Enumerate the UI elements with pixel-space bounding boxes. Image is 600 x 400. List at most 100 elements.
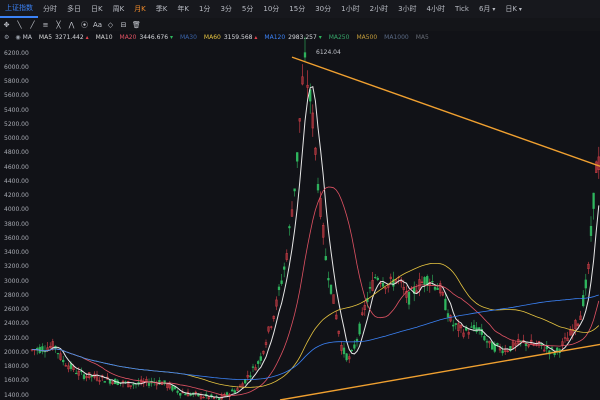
y-tick-label: 5000.00 bbox=[4, 135, 29, 143]
tab-3h[interactable]: 3小时 bbox=[393, 0, 421, 18]
candle bbox=[368, 287, 372, 289]
y-tick-label: 2200.00 bbox=[4, 334, 29, 342]
candle bbox=[582, 295, 585, 307]
trend-line[interactable] bbox=[279, 343, 600, 400]
measure-tool-icon[interactable]: ⊟ bbox=[117, 21, 130, 29]
candle bbox=[446, 313, 450, 318]
candle bbox=[62, 359, 65, 363]
candle bbox=[288, 226, 291, 229]
tab-10min[interactable]: 10分 bbox=[258, 0, 284, 18]
candle bbox=[374, 277, 377, 279]
candle bbox=[436, 287, 439, 290]
candle bbox=[350, 349, 353, 352]
candle bbox=[589, 225, 593, 236]
candle bbox=[342, 347, 346, 355]
tab-6month[interactable]: 6月 bbox=[474, 0, 500, 18]
tab-index[interactable]: 上证指数 bbox=[0, 0, 38, 18]
crosshair-tool-icon[interactable]: ✥ bbox=[0, 21, 13, 29]
shape-tool-icon[interactable]: ◇ bbox=[104, 21, 117, 29]
drawing-toolbar: ✥ ╲ ╱ ≡ ╳ ⋀ ⦿ Aa ◇ ⊟ 🗑 bbox=[0, 18, 600, 31]
candle bbox=[171, 385, 174, 391]
candle bbox=[257, 361, 260, 364]
tab-daily-k[interactable]: 日K bbox=[86, 0, 108, 18]
tab-4h[interactable]: 4小时 bbox=[422, 0, 450, 18]
tab-1min[interactable]: 1分 bbox=[194, 0, 215, 18]
y-tick-label: 4800.00 bbox=[4, 149, 29, 157]
y-tick-label: 3800.00 bbox=[4, 220, 29, 228]
y-tick-label: 1600.00 bbox=[4, 377, 29, 385]
ma-line bbox=[32, 263, 600, 388]
kline-chart[interactable]: ⚙ ◉ MA MA5 3271.442 ▴ MA10 MA20 3446.676 ▾ MA… bbox=[0, 31, 600, 400]
candle bbox=[280, 280, 283, 284]
tab-multiday[interactable]: 多日 bbox=[62, 0, 86, 18]
trash-icon[interactable]: 🗑 bbox=[130, 21, 143, 29]
tab-weekly-k[interactable]: 周K bbox=[108, 0, 130, 18]
y-tick-label: 5600.00 bbox=[4, 92, 29, 100]
candle bbox=[454, 323, 457, 325]
candle bbox=[345, 353, 348, 361]
wave-tool-icon[interactable]: ⋀ bbox=[65, 21, 78, 29]
period-tab-bar: 上证指数 分时 多日 日K 周K 月K 季K 年K 1分 3分 5分 10分 15分 30分 1小时 2小时 3… bbox=[0, 0, 600, 18]
candle bbox=[303, 52, 307, 58]
y-tick-label: 5800.00 bbox=[4, 78, 29, 86]
ray-tool-icon[interactable]: ╱ bbox=[26, 21, 39, 29]
candle bbox=[355, 339, 359, 342]
y-tick-label: 3400.00 bbox=[4, 249, 29, 257]
candle bbox=[496, 342, 499, 346]
y-tick-label: 1800.00 bbox=[4, 363, 29, 371]
candle bbox=[82, 374, 86, 379]
candle bbox=[147, 382, 151, 386]
y-tick-label: 3200.00 bbox=[4, 263, 29, 271]
trend-line[interactable] bbox=[291, 56, 600, 167]
y-tick-label: 2400.00 bbox=[4, 320, 29, 328]
candle bbox=[176, 390, 179, 393]
tab-tick[interactable]: Tick bbox=[450, 0, 474, 18]
y-tick-label: 2000.00 bbox=[4, 348, 29, 356]
tab-monthly-k[interactable]: 月K bbox=[129, 0, 151, 18]
candle bbox=[329, 284, 333, 294]
tab-5min[interactable]: 5分 bbox=[237, 0, 258, 18]
candle bbox=[75, 372, 78, 375]
candle bbox=[407, 291, 411, 305]
candlestick-plot[interactable] bbox=[0, 31, 600, 400]
circle-tool-icon[interactable]: ⦿ bbox=[78, 20, 91, 30]
y-tick-label: 3000.00 bbox=[4, 277, 29, 285]
candle bbox=[283, 266, 286, 270]
tab-quarterly-k[interactable]: 季K bbox=[151, 0, 173, 18]
tab-30min[interactable]: 30分 bbox=[310, 0, 336, 18]
tab-1h[interactable]: 1小时 bbox=[336, 0, 364, 18]
candle bbox=[124, 381, 127, 383]
tab-period-dropdown[interactable]: 日K bbox=[500, 0, 527, 18]
candle bbox=[324, 256, 327, 261]
y-tick-label: 1400.00 bbox=[4, 391, 29, 399]
candle bbox=[277, 286, 281, 291]
tab-15min[interactable]: 15分 bbox=[284, 0, 310, 18]
fib-tool-icon[interactable]: ╳ bbox=[52, 21, 65, 29]
ma-line bbox=[32, 186, 600, 396]
candle bbox=[90, 375, 93, 378]
peak-label: 6124.04 bbox=[316, 49, 341, 56]
candle bbox=[233, 390, 236, 393]
y-tick-label: 4600.00 bbox=[4, 163, 29, 171]
candle bbox=[423, 277, 426, 286]
candle bbox=[433, 286, 437, 290]
tab-3min[interactable]: 3分 bbox=[215, 0, 236, 18]
candle bbox=[353, 344, 356, 349]
tab-timeshare[interactable]: 分时 bbox=[38, 0, 62, 18]
candle bbox=[485, 341, 489, 343]
text-tool-icon[interactable]: Aa bbox=[91, 21, 104, 29]
candle bbox=[478, 327, 481, 330]
candle bbox=[501, 350, 504, 354]
candle bbox=[231, 389, 234, 392]
parallel-tool-icon[interactable]: ≡ bbox=[39, 21, 52, 29]
line-tool-icon[interactable]: ╲ bbox=[13, 21, 26, 29]
candle bbox=[358, 323, 361, 335]
tab-2h[interactable]: 2小时 bbox=[365, 0, 393, 18]
y-tick-label: 4200.00 bbox=[4, 192, 29, 200]
y-tick-label: 6000.00 bbox=[4, 63, 29, 71]
y-tick-label: 5400.00 bbox=[4, 106, 29, 114]
tab-yearly-k[interactable]: 年K bbox=[172, 0, 194, 18]
candle bbox=[556, 347, 559, 351]
candle bbox=[316, 184, 320, 191]
candle bbox=[259, 356, 262, 361]
